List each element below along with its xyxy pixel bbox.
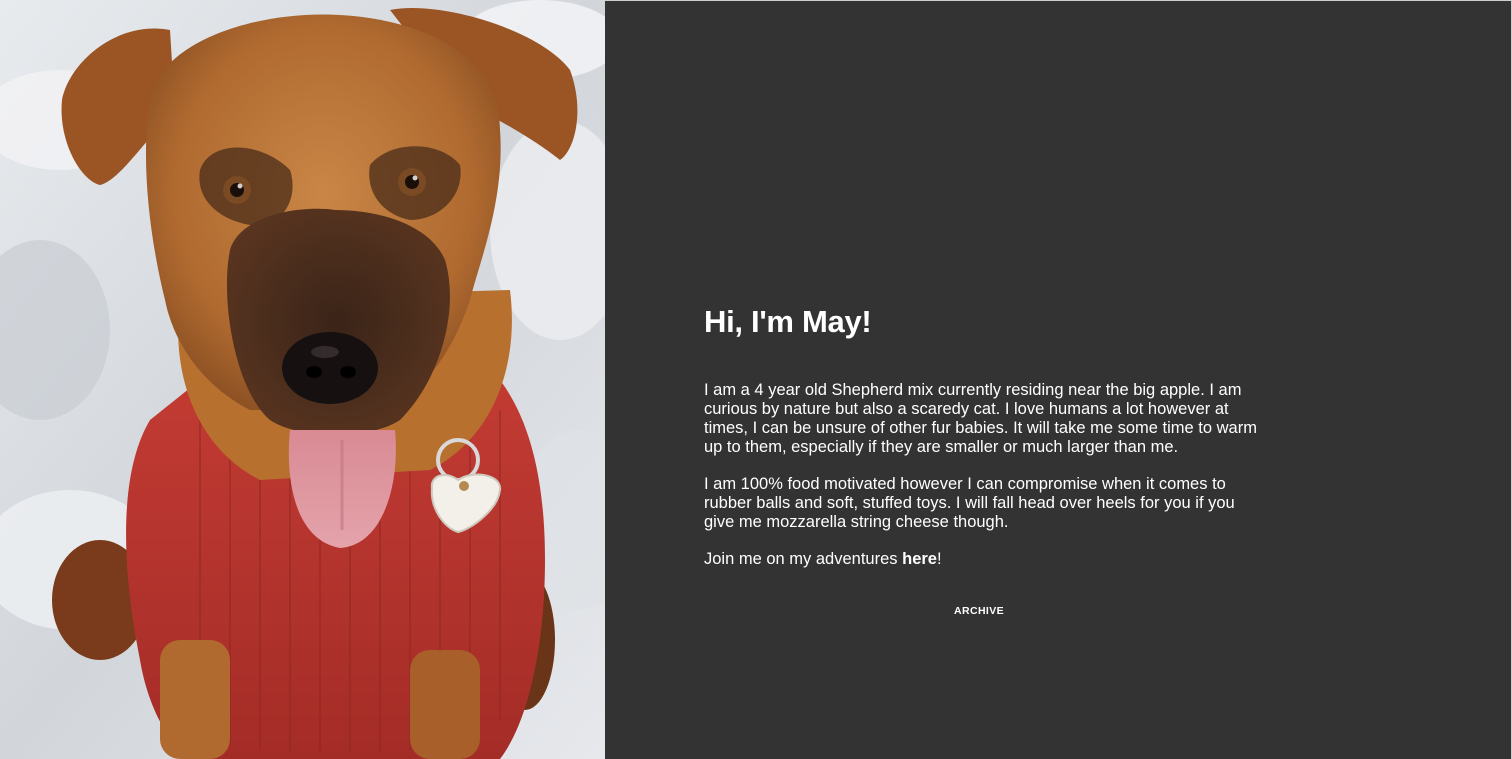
adventures-link[interactable]: here bbox=[902, 550, 937, 568]
bio-paragraph-2: I am 100% food motivated however I can c… bbox=[704, 475, 1235, 531]
adventures-text-prefix: Join me on my adventures bbox=[704, 550, 903, 568]
adventures-paragraph: Join me on my adventures here! bbox=[704, 550, 1264, 569]
dog-photo bbox=[0, 0, 605, 759]
dog-photo-illustration bbox=[0, 0, 605, 759]
archive-link[interactable]: ARCHIVE bbox=[954, 605, 1004, 617]
page: Hi, I'm May! I am a 4 year old Shepherd … bbox=[0, 0, 1512, 759]
page-title: Hi, I'm May! bbox=[704, 304, 872, 339]
bio-paragraph-1: I am a 4 year old Shepherd mix currently… bbox=[704, 381, 1257, 456]
intro-section: Hi, I'm May! I am a 4 year old Shepherd … bbox=[704, 303, 1264, 587]
adventures-text-suffix: ! bbox=[936, 550, 942, 568]
content-panel: Hi, I'm May! I am a 4 year old Shepherd … bbox=[605, 0, 1512, 759]
